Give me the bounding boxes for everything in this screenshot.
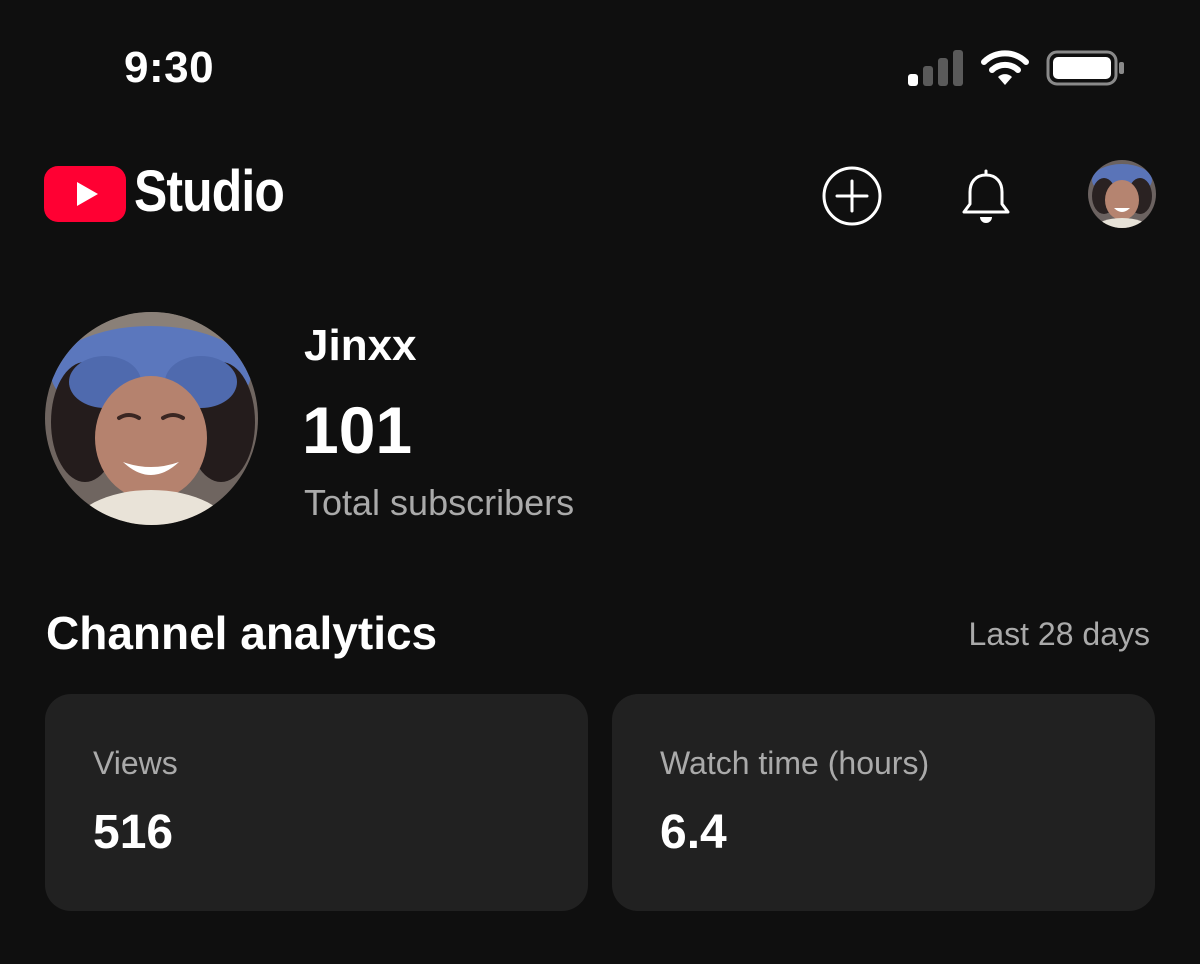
analytics-card-watch-time[interactable]: Watch time (hours) 6.4 [612,694,1155,911]
card-label: Watch time (hours) [660,745,930,781]
channel-avatar-image [45,312,258,525]
card-label: Views [93,745,178,781]
status-bar-time: 9:30 [124,43,215,92]
channel-name: Jinxx [304,321,417,370]
create-plus-icon [822,166,882,226]
card-value: 6.4 [660,806,727,859]
subscriber-label: Total subscribers [304,482,575,523]
youtube-play-icon [44,166,126,222]
logo-text: Studio [134,159,285,224]
youtube-studio-screen: 9:30 Studio Jinxx 101 Total subscribers … [0,0,1200,964]
cellular-signal-icon [906,50,966,86]
subscriber-count: 101 [302,393,413,467]
section-title-channel-analytics: Channel analytics [46,607,438,659]
youtube-studio-logo[interactable]: Studio [44,160,285,224]
notifications-button[interactable] [954,164,1018,228]
analytics-card-views[interactable]: Views 516 [45,694,588,911]
analytics-period: Last 28 days [968,616,1150,652]
channel-avatar [45,312,258,525]
wifi-icon [981,50,1029,85]
notifications-bell-icon [962,169,1010,223]
status-bar-icons [906,48,1126,88]
battery-icon [1046,50,1124,86]
avatar-image [1088,160,1156,228]
account-avatar[interactable] [1088,160,1156,228]
card-value: 516 [93,806,174,859]
create-button[interactable] [820,164,884,228]
